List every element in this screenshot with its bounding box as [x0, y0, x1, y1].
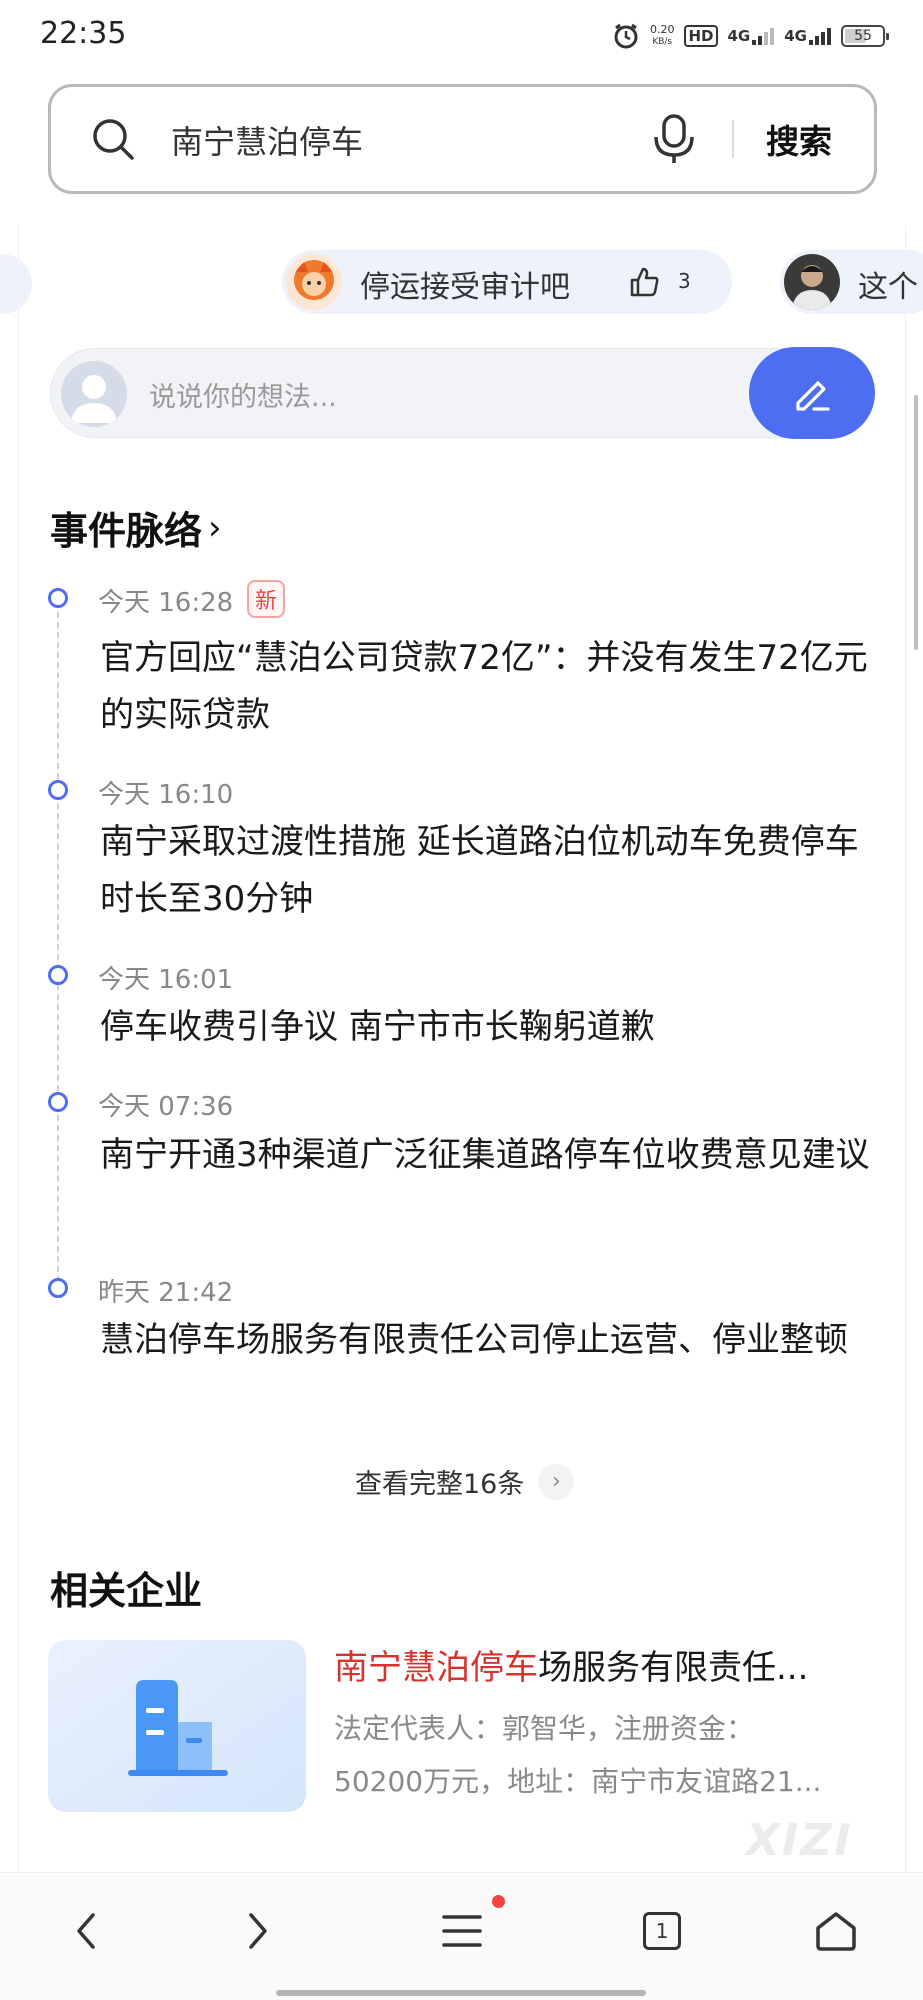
signal-icon: 4G [784, 27, 831, 45]
thumb-up-icon[interactable] [628, 266, 660, 298]
notification-dot [492, 1895, 505, 1908]
company-name-highlight: 南宁慧泊停车 [334, 1648, 538, 1688]
battery-level: 55 [854, 28, 872, 44]
tab-count: 1 [655, 1919, 669, 1943]
new-badge: 新 [247, 580, 285, 618]
building-icon [128, 1680, 228, 1776]
forward-icon [249, 1913, 267, 1949]
company-desc-line: 50200万元，地址：南宁市友谊路21... [334, 1765, 822, 1798]
company-logo [48, 1640, 306, 1812]
search-icon[interactable] [91, 117, 135, 161]
company-desc-line: 法定代表人：郭智华，注册资金： [334, 1712, 755, 1745]
tabs-button[interactable]: 1 [630, 1899, 694, 1963]
menu-button[interactable] [430, 1899, 494, 1963]
company-name-rest: 场服务有限责任... [538, 1648, 809, 1688]
search-input[interactable]: 南宁慧泊停车 [171, 117, 363, 163]
chevron-right-icon: › [208, 507, 222, 548]
menu-icon [442, 1915, 482, 1947]
timeline-item-title[interactable]: 慧泊停车场服务有限责任公司停止运营、停业整顿 [100, 1312, 880, 1369]
timeline-item-title[interactable]: 南宁采取过渡性措施 延长道路泊位机动车免费停车时长至30分钟 [100, 814, 880, 928]
timeline-time: 今天 07:36 [98, 1092, 234, 1122]
signal-icon: 4G [728, 27, 775, 45]
comment-chip-text: 停运接受审计吧 [360, 270, 570, 305]
company-name[interactable]: 南宁慧泊停车场服务有限责任... [334, 1640, 878, 1689]
view-all-button[interactable]: 查看完整16条 › [355, 1462, 575, 1501]
signal-2-label: 4G [784, 27, 807, 45]
comment-chip-text: 这个 [858, 270, 918, 305]
like-count: 3 [678, 269, 691, 293]
search-box[interactable]: 南宁慧泊停车 搜索 [48, 84, 877, 194]
search-button[interactable]: 搜索 [766, 115, 832, 163]
view-all-label: 查看完整16条 [355, 1469, 525, 1500]
timeline-time: 昨天 21:42 [98, 1278, 234, 1308]
timeline-time: 今天 16:28 [98, 588, 234, 618]
bottom-nav: 1 [0, 1872, 923, 2000]
timeline-time: 今天 16:10 [98, 780, 234, 810]
hd-icon: HD [684, 25, 718, 47]
back-icon [77, 1913, 95, 1949]
related-companies-title: 相关企业 [50, 1569, 203, 1613]
mic-icon[interactable] [651, 113, 697, 165]
timeline-time: 今天 16:01 [98, 965, 234, 995]
user-avatar [61, 361, 127, 427]
status-time: 22:35 [40, 16, 127, 51]
signal-1-label: 4G [727, 27, 751, 45]
timeline-item-title[interactable]: 南宁开通3种渠道广泛征集道路停车位收费意见建议 [100, 1127, 880, 1184]
home-button[interactable] [804, 1899, 868, 1963]
comment-chip[interactable]: 停运接受审计吧 3 [282, 250, 732, 314]
status-icons: 0.20 KB/s HD 4G 4G 55 [612, 18, 889, 54]
timeline-dot [48, 1092, 68, 1112]
timeline-title-text: 事件脉络 [50, 509, 203, 553]
pencil-icon [796, 381, 830, 411]
comment-chip[interactable]: 这个 [780, 250, 923, 314]
back-button[interactable] [54, 1899, 118, 1963]
company-description: 法定代表人：郭智华，注册资金： 50200万元，地址：南宁市友谊路21... [334, 1702, 878, 1808]
comment-placeholder: 说说你的想法... [149, 382, 337, 413]
net-speed: 0.20 KB/s [650, 24, 675, 48]
net-speed-unit: KB/s [652, 37, 673, 47]
tabs-icon: 1 [643, 1912, 681, 1950]
scrollbar-thumb[interactable] [914, 395, 918, 650]
alarm-icon [614, 23, 638, 49]
timeline-dot [48, 588, 68, 608]
timeline-dot [48, 1278, 68, 1298]
timeline-item-title[interactable]: 官方回应“慧泊公司贷款72亿”：并没有发生72亿元的实际贷款 [100, 630, 880, 744]
timeline-dot [48, 965, 68, 985]
battery-icon: 55 [841, 25, 889, 47]
timeline-item-title[interactable]: 停车收费引争议 南宁市市长鞠躬道歉 [100, 999, 880, 1056]
search-divider [732, 120, 734, 158]
home-indicator[interactable] [276, 1990, 646, 1996]
timeline-dot [48, 780, 68, 800]
timeline-title[interactable]: 事件脉络 › [50, 500, 222, 555]
forward-button[interactable] [226, 1899, 290, 1963]
net-speed-value: 0.20 [649, 23, 675, 36]
company-card[interactable]: 南宁慧泊停车场服务有限责任... 法定代表人：郭智华，注册资金： 50200万元… [48, 1640, 878, 1815]
avatar [286, 254, 342, 310]
home-icon [816, 1912, 856, 1951]
chevron-right-icon: › [538, 1463, 575, 1500]
comment-input[interactable]: 说说你的想法... [50, 347, 875, 439]
status-bar: 22:35 0.20 KB/s HD 4G 4G 55 [0, 0, 923, 70]
watermark: XIZI [746, 1815, 853, 1866]
timeline-line [57, 602, 59, 1282]
write-comment-button[interactable] [749, 347, 875, 439]
avatar [784, 254, 840, 310]
